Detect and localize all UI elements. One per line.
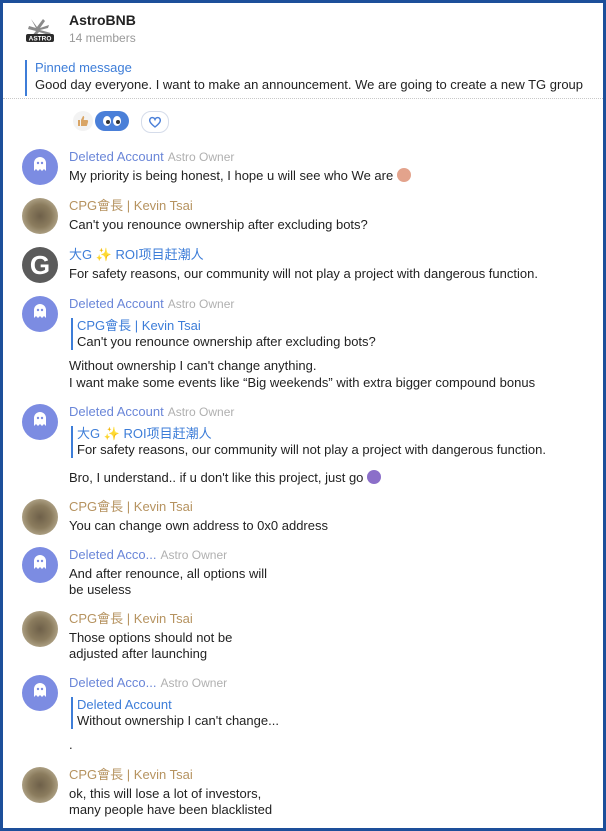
message-text: ok, this will lose a lot of investors, bbox=[69, 786, 262, 801]
quote-text: Without ownership I can't change... bbox=[77, 713, 279, 728]
avatar[interactable] bbox=[22, 198, 58, 234]
avatar[interactable] bbox=[22, 547, 58, 583]
quote-sender: Deleted Account bbox=[77, 697, 172, 712]
sender-name[interactable]: CPG會長 | Kevin Tsai bbox=[69, 198, 193, 214]
quote-text: For safety reasons, our community will n… bbox=[77, 442, 546, 457]
sender-role: Astro Owner bbox=[167, 150, 235, 164]
member-count: 14 members bbox=[69, 31, 136, 45]
message-text: Bro, I understand.. if u don't like this… bbox=[69, 470, 382, 486]
avatar[interactable]: G bbox=[22, 247, 58, 283]
sender-name[interactable]: CPG會長 | Kevin Tsai bbox=[69, 611, 193, 627]
chat-header[interactable]: ASTRO AstroBNB 14 members bbox=[3, 3, 603, 53]
sender-name[interactable]: 大G ✨ ROI项目赶潮人 bbox=[69, 247, 204, 263]
sender-role: Astro Owner bbox=[167, 297, 235, 311]
reply-quote[interactable]: CPG會長 | Kevin Tsai Can't you renounce ow… bbox=[71, 318, 376, 350]
message-text: Can't you renounce ownership after exclu… bbox=[69, 217, 368, 232]
sender-role: Astro Owner bbox=[160, 676, 228, 690]
group-avatar-icon[interactable]: ASTRO bbox=[23, 13, 57, 47]
sender-name[interactable]: CPG會長 | Kevin Tsai bbox=[69, 767, 193, 783]
avatar[interactable] bbox=[22, 499, 58, 535]
message-text: Without ownership I can't change anythin… bbox=[69, 358, 317, 373]
quote-text: Can't you renounce ownership after exclu… bbox=[77, 334, 376, 349]
chat-window: ASTRO AstroBNB 14 members Pinned message… bbox=[0, 0, 606, 831]
ghost-icon bbox=[34, 555, 46, 569]
reply-quote[interactable]: 大G ✨ ROI项目赶潮人 For safety reasons, our co… bbox=[71, 426, 546, 458]
sender-role: Astro Owner bbox=[167, 405, 235, 419]
pinned-title: Pinned message bbox=[35, 60, 132, 75]
avatar[interactable] bbox=[22, 767, 58, 803]
message-text: My priority is being honest, I hope u wi… bbox=[69, 168, 411, 184]
thumbs-up-icon bbox=[78, 116, 89, 126]
message-text: . bbox=[69, 737, 73, 752]
ghost-icon bbox=[34, 304, 46, 318]
message-text: You can change own address to 0x0 addres… bbox=[69, 518, 328, 533]
thumbs-up-reaction[interactable] bbox=[73, 111, 93, 131]
svg-text:ASTRO: ASTRO bbox=[29, 36, 52, 43]
sender-name[interactable]: Deleted Acco... Astro Owner bbox=[69, 547, 227, 563]
ghost-icon bbox=[34, 683, 46, 697]
sender-name[interactable]: Deleted Account Astro Owner bbox=[69, 404, 234, 420]
reply-quote[interactable]: Deleted Account Without ownership I can'… bbox=[71, 697, 279, 729]
message-text: For safety reasons, our community will n… bbox=[69, 266, 538, 281]
group-title: AstroBNB bbox=[69, 12, 136, 28]
avatar[interactable] bbox=[22, 296, 58, 332]
face-emoji-icon bbox=[396, 168, 411, 182]
message-text: I want make some events like “Big weeken… bbox=[69, 375, 536, 390]
pinned-text: Good day everyone. I want to make an ann… bbox=[35, 77, 584, 92]
message-text: Those options should not be bbox=[69, 630, 233, 645]
quote-sender: 大G ✨ ROI项目赶潮人 bbox=[77, 426, 212, 441]
sender-name[interactable]: Deleted Acco... Astro Owner bbox=[69, 675, 227, 691]
shrug-emoji-icon bbox=[367, 470, 382, 484]
ghost-icon bbox=[34, 157, 46, 171]
avatar[interactable] bbox=[22, 404, 58, 440]
pinned-separator bbox=[3, 98, 603, 99]
message-text: many people have been blacklisted bbox=[69, 802, 273, 817]
sender-name[interactable]: Deleted Account Astro Owner bbox=[69, 149, 234, 165]
sender-role: Astro Owner bbox=[160, 548, 228, 562]
pinned-message[interactable]: Pinned message Good day everyone. I want… bbox=[25, 60, 603, 96]
eyes-icon bbox=[103, 116, 121, 126]
message-text: And after renounce, all options will bbox=[69, 566, 268, 581]
avatar-letter: G bbox=[29, 249, 51, 280]
eyes-reaction[interactable] bbox=[95, 111, 129, 131]
message-text: adjusted after launching bbox=[69, 646, 208, 661]
add-reaction-button[interactable] bbox=[141, 111, 169, 133]
ghost-icon bbox=[34, 412, 46, 426]
quote-sender: CPG會長 | Kevin Tsai bbox=[77, 318, 201, 333]
avatar[interactable] bbox=[22, 675, 58, 711]
message-text: be useless bbox=[69, 582, 132, 597]
avatar[interactable] bbox=[22, 149, 58, 185]
heart-icon bbox=[148, 116, 162, 128]
sender-name[interactable]: CPG會長 | Kevin Tsai bbox=[69, 499, 193, 515]
sender-name[interactable]: Deleted Account Astro Owner bbox=[69, 296, 234, 312]
avatar[interactable] bbox=[22, 611, 58, 647]
